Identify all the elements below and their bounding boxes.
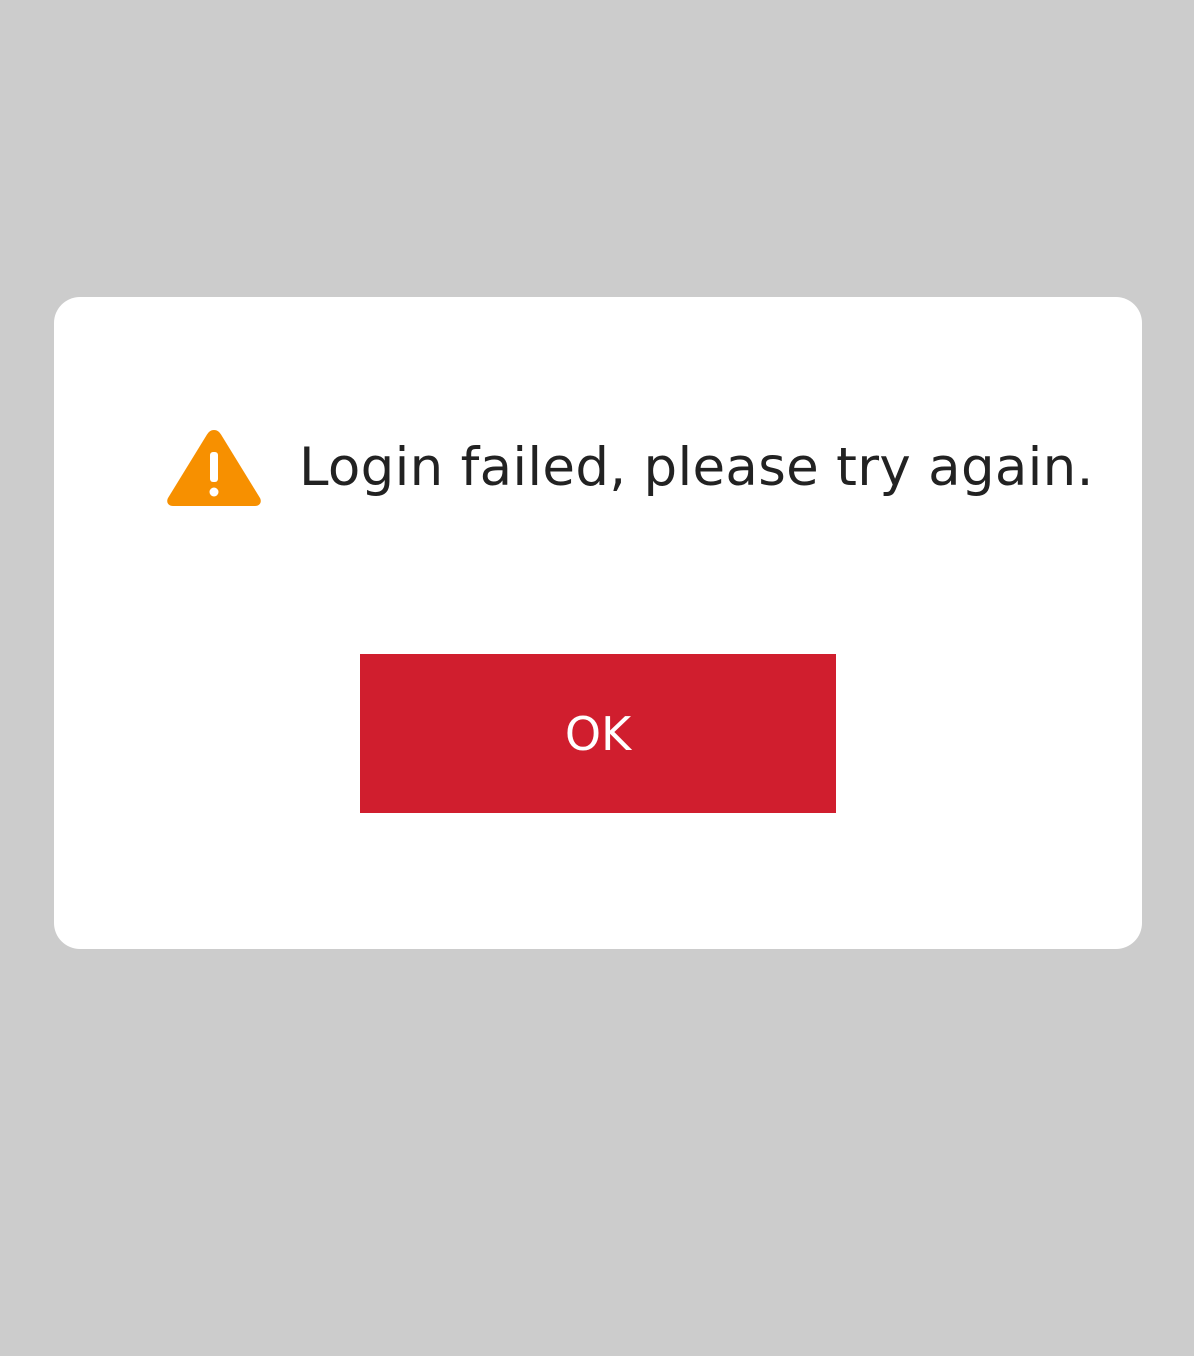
- warning-icon: [167, 430, 261, 506]
- message-row: Login failed, please try again.: [165, 427, 1094, 507]
- ok-button[interactable]: OK: [360, 654, 836, 813]
- alert-dialog: Login failed, please try again. OK: [54, 297, 1142, 949]
- error-message: Login failed, please try again.: [299, 436, 1094, 498]
